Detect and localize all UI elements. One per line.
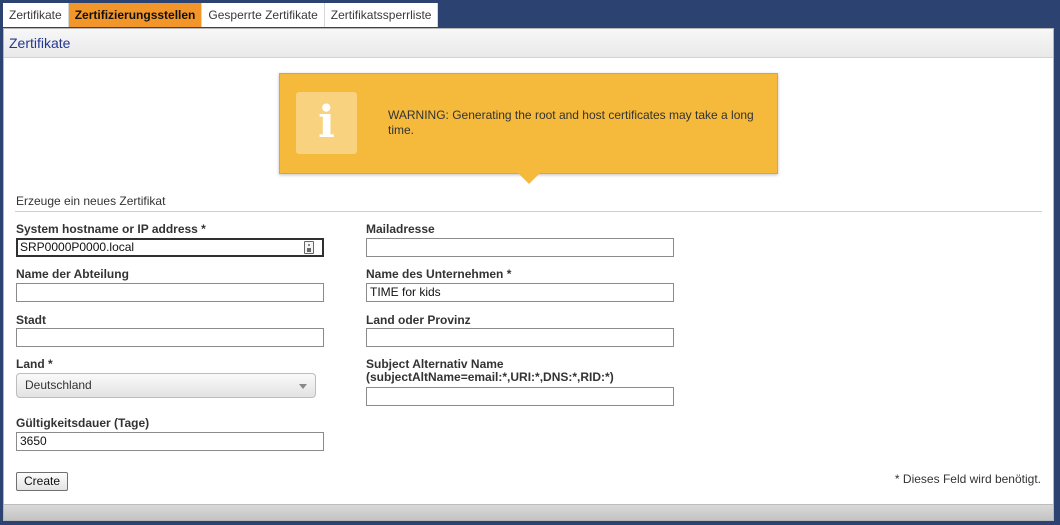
validity-input[interactable]: 3650 [16, 432, 324, 451]
hostname-value: SRP0000P0000.local [20, 240, 135, 254]
company-input[interactable]: TIME for kids [366, 283, 674, 302]
san-label-line2: (subjectAltName=email:*,URI:*,DNS:*,RID:… [366, 370, 614, 384]
info-icon: i [296, 92, 357, 154]
state-label: Land oder Provinz [366, 313, 471, 327]
email-label: Mailadresse [366, 222, 435, 236]
validity-label: Gültigkeitsdauer (Tage) [16, 416, 150, 430]
state-input[interactable] [366, 328, 674, 347]
email-input[interactable] [366, 238, 674, 257]
section-title: Erzeuge ein neues Zertifikat [16, 194, 166, 208]
warning-callout: i WARNING: Generating the root and host … [279, 73, 778, 184]
required-field-note: * Dieses Feld wird benötigt. [894, 472, 1041, 486]
create-button[interactable]: Create [16, 472, 68, 491]
tab-zertifikatssperrliste[interactable]: Zertifikatssperrliste [324, 3, 439, 27]
hostname-input[interactable]: SRP0000P0000.local [16, 238, 324, 257]
tab-zertifizierungsstellen[interactable]: Zertifizierungsstellen [68, 3, 203, 27]
certificate-panel: Zertifikate i WARNING: Generating the ro… [3, 28, 1054, 521]
section-divider [15, 211, 1042, 212]
hostname-label: System hostname or IP address * [16, 222, 206, 236]
city-input[interactable] [16, 328, 324, 347]
department-input[interactable] [16, 283, 324, 302]
panel-footer [4, 504, 1053, 520]
country-label: Land * [16, 357, 53, 371]
chevron-down-icon [299, 384, 307, 389]
warning-text: WARNING: Generating the root and host ce… [388, 108, 754, 137]
panel-title: Zertifikate [4, 29, 1053, 58]
department-label: Name der Abteilung [16, 267, 129, 281]
city-label: Stadt [16, 313, 46, 327]
san-label: Subject Alternativ Name (subjectAltName=… [366, 358, 614, 384]
tab-gesperrte-zertifikate[interactable]: Gesperrte Zertifikate [202, 3, 325, 27]
tab-zertifikate[interactable]: Zertifikate [3, 3, 69, 27]
autofill-contact-icon[interactable] [304, 241, 314, 254]
country-select-value: Deutschland [25, 378, 92, 392]
company-label: Name des Unternehmen * [366, 267, 512, 281]
tab-bar: Zertifikate Zertifizierungsstellen Gespe… [3, 3, 439, 27]
country-select[interactable]: Deutschland [16, 373, 316, 398]
san-input[interactable] [366, 387, 674, 406]
